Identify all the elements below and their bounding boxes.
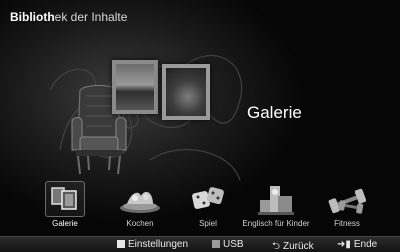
cooking-icon <box>117 182 163 221</box>
settings-button[interactable]: Einstellungen <box>117 239 188 250</box>
category-label: Kochen <box>126 219 154 228</box>
return-icon: ⮌ <box>272 241 281 252</box>
picture-frame-right <box>162 64 210 120</box>
picture-frame-left <box>112 60 158 114</box>
category-item-spiel[interactable]: Spiel <box>171 180 245 230</box>
breadcrumb-title-rest: ek der Inhalte <box>54 10 128 24</box>
category-item-galerie[interactable]: Galerie <box>28 180 102 230</box>
category-item-englisch[interactable]: Englisch für Kinder <box>239 180 313 230</box>
settings-color-key-icon <box>117 240 125 248</box>
category-label: Spiel <box>199 219 217 228</box>
back-button[interactable]: ⮌ Zurück <box>272 239 314 252</box>
category-label: Fitness <box>334 219 360 228</box>
usb-button[interactable]: USB <box>212 239 244 250</box>
category-row: Galerie Kochen Spiel Englisch für Kinder… <box>0 180 400 232</box>
breadcrumb: Bibliothek der Inhalte <box>10 10 127 24</box>
category-item-kochen[interactable]: Kochen <box>103 180 177 230</box>
toys-icon <box>256 182 296 223</box>
exit-label: Ende <box>353 239 378 250</box>
exit-button[interactable]: ➜▮ Ende <box>337 239 377 250</box>
gallery-icon <box>44 181 86 217</box>
usb-color-key-icon <box>212 240 220 248</box>
exit-icon: ➜▮ <box>337 239 351 250</box>
category-label: Englisch für Kinder <box>242 219 310 228</box>
content-library-screen: Bibliothek der Inhalte Galerie Galerie K… <box>0 0 400 252</box>
category-label: Galerie <box>52 219 78 228</box>
section-title: Galerie <box>247 103 302 122</box>
back-label: Zurück <box>283 241 314 252</box>
usb-label: USB <box>223 239 244 250</box>
dice-icon <box>188 182 228 221</box>
dumbbell-icon <box>325 182 369 221</box>
category-item-fitness[interactable]: Fitness <box>310 180 384 230</box>
breadcrumb-title-bold: Biblioth <box>10 10 55 24</box>
bottom-button-bar: Einstellungen USB ⮌ Zurück ➜▮ Ende <box>0 236 400 252</box>
settings-label: Einstellungen <box>128 239 189 250</box>
